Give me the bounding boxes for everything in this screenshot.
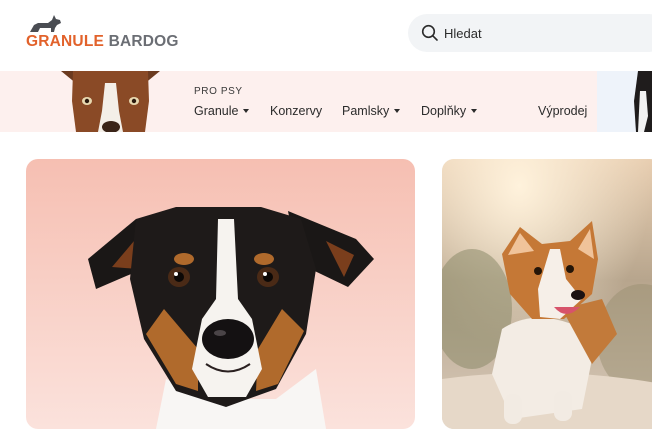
nav-dog-image-2 (632, 71, 652, 132)
category-nav: PRO PSY Granule Konzervy Pamlsky Doplňky… (0, 71, 652, 132)
dog-photo-terrier (26, 159, 415, 429)
dog-logo-icon (30, 15, 61, 32)
nav-item-granule[interactable]: Granule (194, 104, 250, 118)
category-card-1[interactable] (26, 159, 415, 429)
category-card-2[interactable] (442, 159, 652, 429)
search-bar[interactable] (408, 14, 652, 52)
caret-down-icon (243, 108, 250, 113)
logo[interactable]: GRANULE BARDOG (26, 14, 186, 54)
caret-down-icon (471, 108, 478, 113)
nav-item-konzervy[interactable]: Konzervy (270, 104, 322, 118)
dog-photo-corgi (442, 159, 652, 429)
nav-item-label: Doplňky (421, 104, 467, 118)
nav-section-label: PRO PSY (194, 86, 243, 97)
search-input[interactable] (444, 23, 644, 43)
nav-dog-image (61, 71, 160, 132)
site-header: GRANULE BARDOG (0, 0, 652, 71)
logo-text: GRANULE BARDOG (26, 33, 179, 51)
logo-text-bardog: BARDOG (108, 33, 179, 50)
search-icon[interactable] (421, 24, 439, 42)
nav-item-pamlsky[interactable]: Pamlsky (342, 104, 401, 118)
nav-item-doplnky[interactable]: Doplňky (421, 104, 478, 118)
nav-item-label: Výprodej (538, 104, 588, 118)
caret-down-icon (394, 108, 401, 113)
nav-item-vyprodej[interactable]: Výprodej (538, 104, 587, 118)
nav-item-label: Pamlsky (342, 104, 390, 118)
nav-item-label: Granule (194, 104, 239, 118)
logo-text-granule: GRANULE (26, 33, 105, 50)
nav-item-label: Konzervy (270, 104, 323, 118)
